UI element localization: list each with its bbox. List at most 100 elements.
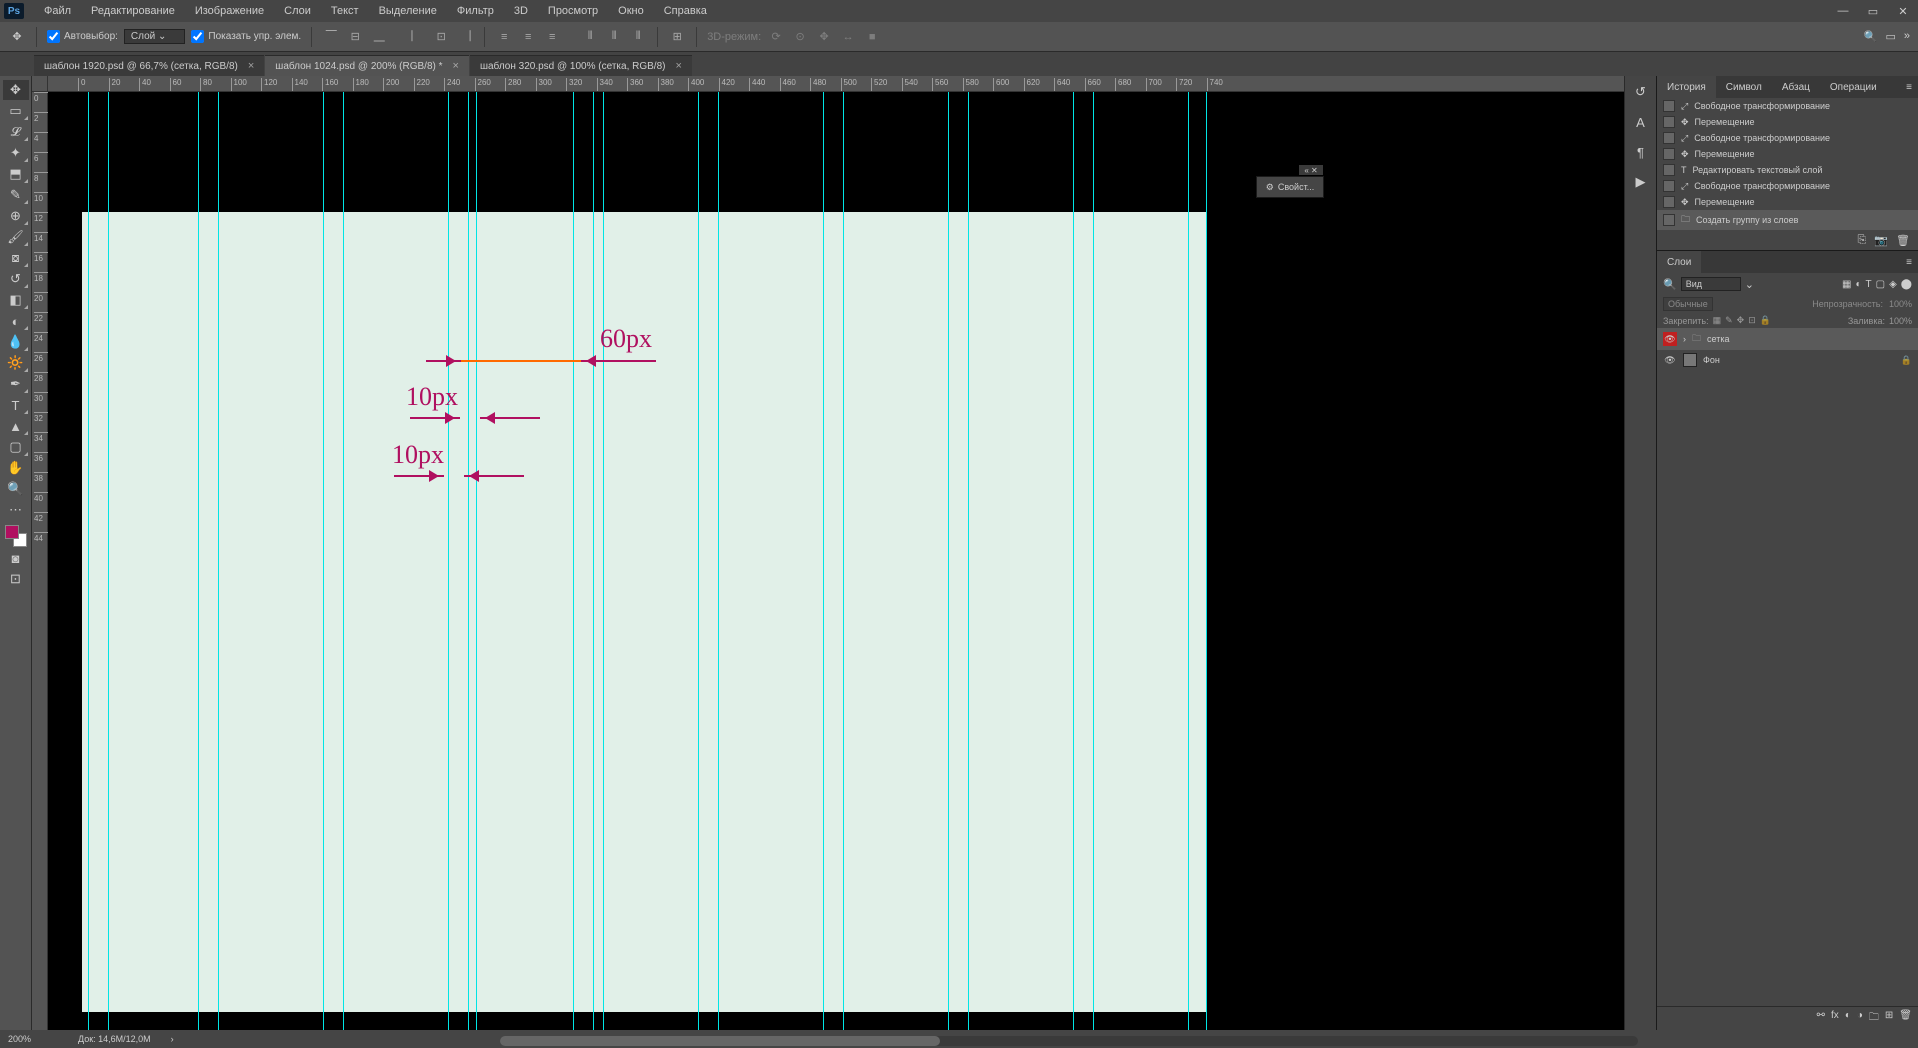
healing-tool[interactable]: ⊕	[3, 206, 29, 226]
stamp-tool[interactable]: ⧇	[3, 248, 29, 268]
autoselect-target[interactable]: Слой ⌄	[124, 29, 186, 44]
tab-Абзац[interactable]: Абзац	[1772, 76, 1820, 98]
close-tab-icon[interactable]: ×	[453, 60, 459, 72]
panel-menu-icon[interactable]: ≡	[1900, 257, 1918, 268]
blur-tool[interactable]: 💧	[3, 332, 29, 352]
lock-position-icon[interactable]: ✥	[1737, 315, 1745, 326]
adjustment-layer-icon[interactable]: ◑	[1857, 1010, 1863, 1027]
new-group-icon[interactable]: 🗀	[1869, 1010, 1879, 1027]
menu-Справка[interactable]: Справка	[654, 5, 717, 17]
workspace-icon[interactable]: ▭	[1885, 30, 1895, 43]
distribute-top-icon[interactable]: ≡	[495, 28, 513, 46]
marquee-tool[interactable]: ▭	[3, 101, 29, 121]
ruler-origin[interactable]	[32, 76, 48, 92]
align-bottom-icon[interactable]: ⎽	[370, 28, 388, 46]
layer-item[interactable]: 👁Фон🔒	[1657, 350, 1918, 370]
history-state[interactable]: ✥Перемещение	[1657, 146, 1918, 162]
auto-align-icon[interactable]: ⊞	[668, 28, 686, 46]
chevron-down-icon[interactable]: ⌄	[1745, 278, 1754, 291]
guide-line[interactable]	[198, 92, 199, 1030]
blend-mode-select[interactable]: Обычные	[1663, 297, 1713, 311]
lock-artboard-icon[interactable]: ⊡	[1748, 315, 1756, 326]
guide-line[interactable]	[603, 92, 604, 1030]
autoselect-checkbox[interactable]: Автовыбор:	[47, 30, 118, 43]
guide-line[interactable]	[823, 92, 824, 1030]
guide-line[interactable]	[698, 92, 699, 1030]
guide-line[interactable]	[218, 92, 219, 1030]
guide-line[interactable]	[1073, 92, 1074, 1030]
document-tab[interactable]: шаблон 320.psd @ 100% (сетка, RGB/8)×	[470, 55, 692, 76]
tab-Операции[interactable]: Операции	[1820, 76, 1887, 98]
guide-line[interactable]	[468, 92, 469, 1030]
filter-smart-icon[interactable]: ◈	[1889, 279, 1897, 290]
expand-icon[interactable]: ›	[1683, 334, 1686, 344]
guide-line[interactable]	[573, 92, 574, 1030]
document-canvas[interactable]: 60px 10px 10px	[48, 92, 1624, 1030]
link-layers-icon[interactable]: ⚯	[1817, 1010, 1825, 1027]
fill-value[interactable]: 100%	[1889, 316, 1912, 326]
filter-adjust-icon[interactable]: ◐	[1855, 279, 1861, 290]
guide-line[interactable]	[323, 92, 324, 1030]
guide-line[interactable]	[448, 92, 449, 1030]
guide-line[interactable]	[1188, 92, 1189, 1030]
properties-collapsed-panel[interactable]: « ✕ ⚙ Свойст...	[1256, 176, 1324, 198]
quick-mask-tool[interactable]: ◙	[3, 548, 29, 568]
new-layer-icon[interactable]: ⊞	[1885, 1010, 1893, 1027]
distribute-bottom-icon[interactable]: ≡	[543, 28, 561, 46]
tab-История[interactable]: История	[1657, 76, 1716, 98]
menu-Просмотр[interactable]: Просмотр	[538, 5, 608, 17]
maximize-button[interactable]: ▭	[1858, 0, 1888, 22]
menu-Фильтр[interactable]: Фильтр	[447, 5, 504, 17]
zoom-tool[interactable]: 🔍	[3, 479, 29, 499]
character-dock-icon[interactable]: A	[1631, 112, 1651, 132]
shape-tool[interactable]: ▢	[3, 437, 29, 457]
color-swatches[interactable]	[5, 525, 27, 547]
document-tab[interactable]: шаблон 1920.psd @ 66,7% (сетка, RGB/8)×	[34, 55, 264, 76]
align-hcenter-icon[interactable]: ⊡	[432, 28, 450, 46]
history-state[interactable]: ⤢Свободное трансформирование	[1657, 130, 1918, 146]
guide-line[interactable]	[476, 92, 477, 1030]
snapshot-icon[interactable]: 📷	[1874, 234, 1888, 246]
history-state[interactable]: ✥Перемещение	[1657, 194, 1918, 210]
hand-tool[interactable]: ✋	[3, 458, 29, 478]
guide-line[interactable]	[968, 92, 969, 1030]
move-tool[interactable]: ✥	[3, 80, 29, 100]
pen-tool[interactable]: ✒	[3, 374, 29, 394]
close-tab-icon[interactable]: ×	[248, 60, 254, 72]
ruler-vertical[interactable]: 0246810121416182022242628303234363840424…	[32, 92, 48, 1030]
layer-style-icon[interactable]: fx	[1831, 1010, 1839, 1027]
filter-pixel-icon[interactable]: ▦	[1842, 279, 1851, 290]
horizontal-scrollbar[interactable]	[500, 1036, 1638, 1046]
dodge-tool[interactable]: 🔆	[3, 353, 29, 373]
paragraph-dock-icon[interactable]: ¶	[1631, 142, 1651, 162]
menu-Файл[interactable]: Файл	[34, 5, 81, 17]
guide-line[interactable]	[843, 92, 844, 1030]
guide-line[interactable]	[593, 92, 594, 1030]
tab-Символ[interactable]: Символ	[1716, 76, 1772, 98]
create-document-icon[interactable]: ⎘	[1858, 234, 1867, 246]
crop-tool[interactable]: ⬒	[3, 164, 29, 184]
guide-line[interactable]	[1206, 92, 1207, 1030]
minimize-button[interactable]: —	[1828, 0, 1858, 22]
menu-3D[interactable]: 3D	[504, 5, 538, 17]
filter-type-icon[interactable]: T	[1866, 279, 1872, 290]
history-state[interactable]: TРедактировать текстовый слой	[1657, 162, 1918, 178]
delete-layer-icon[interactable]: 🗑	[1899, 1010, 1912, 1027]
align-vcenter-icon[interactable]: ⊟	[346, 28, 364, 46]
history-state[interactable]: 🗀Создать группу из слоев	[1657, 210, 1918, 230]
align-top-icon[interactable]: ⎺	[322, 28, 340, 46]
layer-mask-icon[interactable]: ◐	[1845, 1010, 1851, 1027]
menu-Текст[interactable]: Текст	[321, 5, 369, 17]
eraser-tool[interactable]: ◧	[3, 290, 29, 310]
menu-Изображение[interactable]: Изображение	[185, 5, 274, 17]
magic-wand-tool[interactable]: ✦	[3, 143, 29, 163]
layer-item[interactable]: 👁›🗀сетка	[1657, 328, 1918, 350]
opacity-value[interactable]: 100%	[1889, 299, 1912, 309]
align-left-icon[interactable]: ⎸	[408, 28, 426, 46]
delete-state-icon[interactable]: 🗑	[1896, 234, 1910, 246]
history-state[interactable]: ⤢Свободное трансформирование	[1657, 178, 1918, 194]
status-chevron-icon[interactable]: ›	[171, 1034, 174, 1044]
brush-tool[interactable]: 🖌	[3, 227, 29, 247]
foreground-color[interactable]	[5, 525, 19, 539]
panel-collapse-icon[interactable]: « ✕	[1299, 165, 1323, 175]
